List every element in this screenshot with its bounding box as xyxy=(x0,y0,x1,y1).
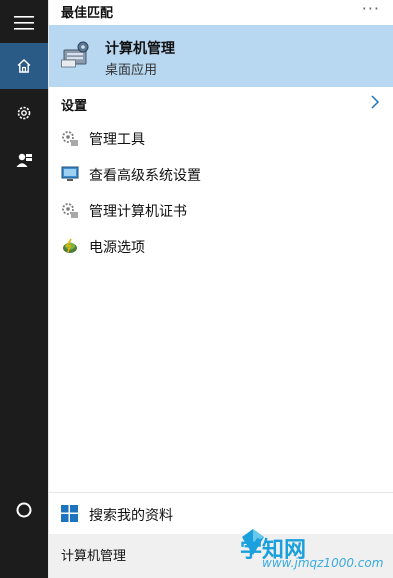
hamburger-icon xyxy=(14,16,34,30)
settings-item-certificates[interactable]: 管理计算机证书 xyxy=(49,193,393,227)
settings-item-admin-tools[interactable]: 管理工具 xyxy=(49,121,393,155)
cortana-button[interactable] xyxy=(0,487,48,533)
settings-item-label: 电源选项 xyxy=(89,240,145,256)
account-button[interactable] xyxy=(0,137,48,183)
cortana-circle-icon xyxy=(16,502,32,518)
best-match-header: 最佳匹配 ··· xyxy=(49,0,393,22)
best-match-result[interactable]: 计算机管理 桌面应用 xyxy=(49,25,393,87)
settings-section-header[interactable]: 设置 xyxy=(49,92,393,116)
search-query-text: 计算机管理 xyxy=(61,549,127,564)
watermark-url: www.jmqz1000.com xyxy=(262,556,384,570)
search-my-stuff[interactable]: 搜索我的资料 xyxy=(49,492,393,535)
best-match-title: 计算机管理 xyxy=(105,41,175,57)
settings-item-label: 管理工具 xyxy=(89,132,145,148)
gear-icon xyxy=(17,106,31,120)
settings-nav-button[interactable] xyxy=(0,90,48,136)
settings-item-label: 查看高级系统设置 xyxy=(89,168,201,184)
home-button[interactable] xyxy=(0,43,48,89)
windows-icon xyxy=(61,505,78,522)
more-options-icon[interactable]: ··· xyxy=(362,0,380,18)
start-rail xyxy=(0,0,48,578)
power-options-icon xyxy=(63,238,77,253)
settings-item-power-options[interactable]: 电源选项 xyxy=(49,229,393,263)
home-icon xyxy=(17,59,31,73)
certificate-tools-icon xyxy=(62,203,78,218)
chevron-right-icon xyxy=(371,95,380,109)
best-match-subtitle: 桌面应用 xyxy=(105,63,158,78)
menu-button[interactable] xyxy=(0,0,48,46)
settings-heading: 设置 xyxy=(61,99,88,114)
monitor-icon xyxy=(61,166,79,181)
search-my-stuff-label: 搜索我的资料 xyxy=(89,508,173,524)
settings-item-label: 管理计算机证书 xyxy=(89,204,187,220)
admin-tools-icon xyxy=(62,131,78,146)
best-match-heading: 最佳匹配 xyxy=(61,6,114,21)
computer-management-icon xyxy=(61,41,89,68)
search-results-panel: 最佳匹配 ··· 计算机管理 桌面应用 设置 管理工具 查看高级系统设置 管理计… xyxy=(48,0,393,578)
user-icon xyxy=(16,153,32,167)
settings-item-advanced-system[interactable]: 查看高级系统设置 xyxy=(49,157,393,191)
